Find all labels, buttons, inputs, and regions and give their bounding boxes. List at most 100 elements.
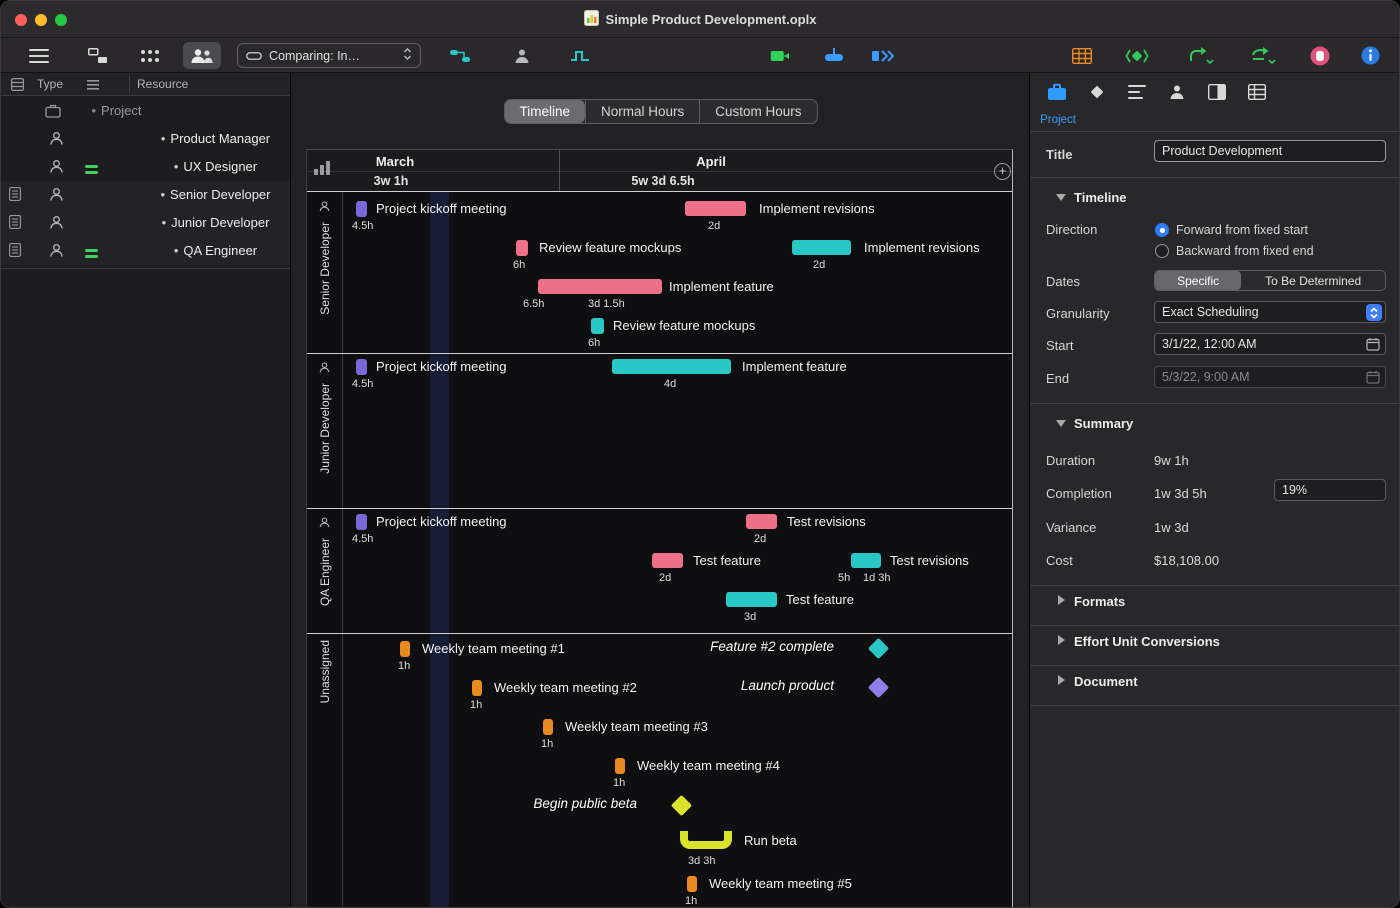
grid-view-icon[interactable] xyxy=(137,38,163,73)
catch-up-icon[interactable] xyxy=(767,38,793,73)
lane-label-junior-developer: Junior Developer xyxy=(307,353,342,508)
task-bar[interactable] xyxy=(356,514,367,530)
column-header-type[interactable]: Type xyxy=(37,77,63,91)
sheet-icon[interactable] xyxy=(11,78,24,94)
inspector-tab-resource[interactable] xyxy=(1166,81,1188,103)
person-icon xyxy=(49,215,64,233)
task-bar[interactable] xyxy=(792,240,851,255)
task-bar[interactable] xyxy=(538,279,662,294)
inspector-tab-label: Project xyxy=(1032,114,1084,126)
task-duration: 5h xyxy=(838,572,850,584)
milestone-diamond[interactable] xyxy=(868,638,889,659)
granularity-label: Granularity xyxy=(1046,306,1110,321)
direction-forward-label[interactable]: Forward from fixed start xyxy=(1176,223,1308,237)
start-date-input[interactable]: 3/1/22, 12:00 AM xyxy=(1154,333,1386,355)
variance-value: 1w 3d xyxy=(1154,520,1189,535)
effort-unit-conversions-section-heading[interactable]: Effort Unit Conversions xyxy=(1074,634,1220,649)
info-icon[interactable] xyxy=(1357,38,1383,73)
resource-row-senior-developer[interactable]: •Senior Developer xyxy=(1,181,290,209)
task-bar[interactable] xyxy=(612,359,731,374)
completion-percent-input[interactable]: 19% xyxy=(1274,479,1386,501)
task-bar[interactable] xyxy=(851,553,881,568)
task-bar[interactable] xyxy=(543,719,553,735)
zoom-button[interactable]: + xyxy=(994,163,1011,180)
task-label: Weekly team meeting #1 xyxy=(422,641,565,657)
publish-icon[interactable] xyxy=(1185,38,1217,73)
calendar-icon[interactable] xyxy=(1366,370,1380,388)
inspector-tab-project[interactable] xyxy=(1046,81,1068,103)
tab-timeline[interactable]: Timeline xyxy=(504,100,585,123)
milestone-diamond[interactable] xyxy=(868,677,889,698)
task-duration: 3d xyxy=(744,611,756,623)
inspector-tab-task[interactable] xyxy=(1086,81,1108,103)
sync-icon[interactable] xyxy=(1247,38,1279,73)
task-duration: 1h xyxy=(398,660,410,672)
column-header-resource[interactable]: Resource xyxy=(137,77,188,91)
reschedule-icon[interactable] xyxy=(869,38,897,73)
disclosure-triangle-timeline[interactable] xyxy=(1056,194,1066,201)
formats-section-heading[interactable]: Formats xyxy=(1074,594,1125,609)
tab-normal-hours[interactable]: Normal Hours xyxy=(585,100,699,123)
task-bar[interactable] xyxy=(687,876,697,892)
task-bar[interactable] xyxy=(356,201,367,217)
column-divider[interactable] xyxy=(129,75,130,93)
resource-row-junior-developer[interactable]: •Junior Developer xyxy=(1,209,290,237)
task-bar[interactable] xyxy=(726,592,777,607)
disclosure-triangle-formats[interactable] xyxy=(1058,595,1065,605)
leveling-icon[interactable] xyxy=(567,38,593,73)
resource-row-ux-designer[interactable]: •UX Designer xyxy=(1,153,290,181)
direction-forward-radio[interactable] xyxy=(1155,223,1169,237)
direction-label: Direction xyxy=(1046,222,1097,237)
milestones-icon[interactable] xyxy=(1123,38,1151,73)
violations-icon[interactable] xyxy=(1307,38,1333,73)
task-bar[interactable] xyxy=(591,318,604,334)
resource-row-product-manager[interactable]: •Product Manager xyxy=(1,125,290,153)
resource-view-icon[interactable] xyxy=(183,38,221,73)
dependency-icon[interactable] xyxy=(447,38,473,73)
task-bar[interactable] xyxy=(615,758,625,774)
title-field-label: Title xyxy=(1046,147,1073,162)
end-date-input[interactable]: 5/3/22, 9:00 AM xyxy=(1154,366,1386,388)
disclosure-triangle-document[interactable] xyxy=(1058,675,1065,685)
direction-backward-radio[interactable] xyxy=(1155,244,1169,258)
hanger-icon[interactable] xyxy=(821,38,847,73)
dates-tbd-segment[interactable]: To Be Determined xyxy=(1241,271,1385,290)
task-bar[interactable] xyxy=(516,240,528,256)
inspector-tab-view[interactable] xyxy=(1206,81,1228,103)
direction-backward-label[interactable]: Backward from fixed end xyxy=(1176,244,1314,258)
task-bar[interactable] xyxy=(400,641,410,657)
task-bar[interactable] xyxy=(356,359,367,375)
timeline-scale-header[interactable]: March April 3w 1h 5w 3d 6.5h + xyxy=(307,150,1012,192)
divider xyxy=(1030,177,1399,178)
task-bar[interactable] xyxy=(652,553,683,568)
comparing-dropdown[interactable]: Comparing: In… xyxy=(237,43,421,68)
inspector-tab-styles[interactable] xyxy=(1126,81,1148,103)
tab-custom-hours[interactable]: Custom Hours xyxy=(699,100,816,123)
granularity-select[interactable]: Exact Scheduling xyxy=(1154,301,1386,323)
disclosure-triangle-effort-unit-conversions[interactable] xyxy=(1058,635,1065,645)
dates-specific-segment[interactable]: Specific xyxy=(1155,271,1241,290)
sidebar-toggle-icon[interactable] xyxy=(27,38,51,73)
inspector-tab-columns[interactable] xyxy=(1246,81,1268,103)
resource-row-qa-engineer[interactable]: •QA Engineer xyxy=(1,237,290,265)
outline-bullet: • xyxy=(162,215,167,230)
hamburger-icon[interactable] xyxy=(87,79,99,93)
project-title-input[interactable]: Product Development xyxy=(1154,140,1386,162)
hammock-task-bar[interactable] xyxy=(680,831,732,849)
disclosure-triangle-summary[interactable] xyxy=(1056,420,1066,427)
assign-resource-icon[interactable] xyxy=(511,38,533,73)
milestone-diamond[interactable] xyxy=(671,795,692,816)
divider xyxy=(1030,705,1399,706)
task-bar[interactable] xyxy=(472,680,482,696)
resource-row-project[interactable]: •Project xyxy=(1,97,290,125)
task-duration: 1h xyxy=(685,895,697,907)
person-icon xyxy=(319,360,330,378)
network-view-icon[interactable] xyxy=(85,38,111,73)
calendar-icon[interactable] xyxy=(1366,337,1380,355)
task-bar[interactable] xyxy=(746,514,777,529)
task-bar[interactable] xyxy=(685,201,746,216)
month-duration: 5w 3d 6.5h xyxy=(631,174,694,188)
document-section-heading[interactable]: Document xyxy=(1074,674,1138,689)
comparing-label: Comparing: In… xyxy=(269,49,360,63)
custom-columns-icon[interactable] xyxy=(1069,38,1095,73)
